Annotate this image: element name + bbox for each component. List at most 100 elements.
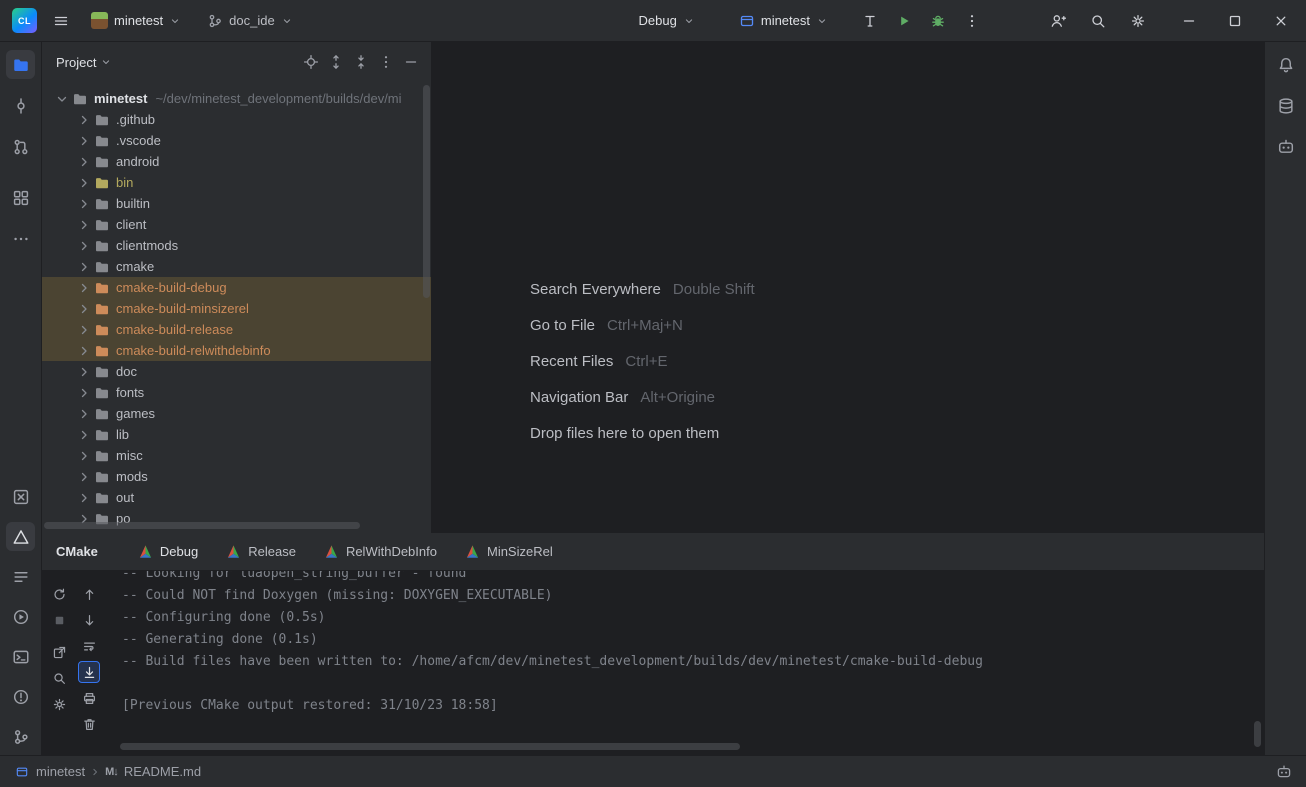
tree-root-label: minetest — [94, 91, 147, 106]
tree-item-.vscode[interactable]: .vscode — [42, 130, 431, 151]
run-button[interactable] — [890, 7, 918, 35]
console-arrow-down-button[interactable] — [78, 609, 100, 631]
console-find-button[interactable] — [48, 667, 70, 689]
pull-request-button[interactable] — [6, 132, 35, 161]
editor-shortcut-row: Navigation BarAlt+Origine — [530, 379, 755, 415]
build-button[interactable] — [856, 7, 884, 35]
hamburger-icon — [53, 13, 69, 29]
breadcrumb-file[interactable]: M↓ README.md — [105, 764, 201, 779]
ai-status-icon[interactable] — [1276, 764, 1292, 780]
console-clear-button[interactable] — [78, 713, 100, 735]
add-user-icon — [1050, 13, 1066, 29]
clear-icon — [82, 717, 97, 732]
stop-icon — [52, 613, 67, 628]
expand-all-button[interactable] — [328, 54, 344, 70]
run-configuration-selector[interactable]: minetest — [731, 9, 836, 33]
ai-assistant-button[interactable] — [1271, 132, 1300, 161]
console-gear-button[interactable] — [48, 693, 70, 715]
tree-item-cmake[interactable]: cmake — [42, 256, 431, 277]
tree-item-android[interactable]: android — [42, 151, 431, 172]
console-print-button[interactable] — [78, 687, 100, 709]
cmake-tab-label: MinSizeRel — [487, 544, 553, 559]
tree-item-cmake-build-relwithdebinfo[interactable]: cmake-build-relwithdebinfo — [42, 340, 431, 361]
console-line: -- Could NOT find Doxygen (missing: DOXY… — [122, 585, 1264, 607]
database-button[interactable] — [1271, 91, 1300, 120]
terminal-button[interactable] — [6, 642, 35, 671]
debug-button[interactable] — [924, 7, 952, 35]
main-menu-button[interactable] — [47, 7, 75, 35]
tree-item-mods[interactable]: mods — [42, 466, 431, 487]
notifications-bell-button[interactable] — [1271, 50, 1300, 79]
folder-icon — [94, 259, 110, 275]
cmake-tool-button[interactable] — [6, 522, 35, 551]
console-soft-wrap-button[interactable] — [78, 635, 100, 657]
more-button[interactable] — [6, 224, 35, 253]
breadcrumb-project[interactable]: minetest — [14, 764, 85, 780]
console-arrow-up-button[interactable] — [78, 583, 100, 605]
problems-button[interactable] — [6, 682, 35, 711]
tree-item-fonts[interactable]: fonts — [42, 382, 431, 403]
tree-item-clientmods[interactable]: clientmods — [42, 235, 431, 256]
tree-item-cmake-build-debug[interactable]: cmake-build-debug — [42, 277, 431, 298]
structure-button[interactable] — [6, 183, 35, 212]
tree-item-cmake-build-release[interactable]: cmake-build-release — [42, 319, 431, 340]
project-folder-button[interactable] — [6, 50, 35, 79]
console-open-file-button[interactable] — [48, 641, 70, 663]
run-window-button[interactable] — [6, 602, 35, 631]
tree-item-bin[interactable]: bin — [42, 172, 431, 193]
vcs-branch-widget[interactable]: doc_ide — [199, 9, 301, 33]
close-button[interactable] — [1266, 6, 1296, 36]
more-actions-button[interactable] — [958, 7, 986, 35]
tree-root-minetest[interactable]: minetest~/dev/minetest_development/build… — [42, 88, 431, 109]
collapse-all-button[interactable] — [353, 54, 369, 70]
hide-button[interactable] — [403, 54, 419, 70]
editor-shortcut-row: Drop files here to open them — [530, 415, 755, 451]
console-reload-cmake-button[interactable] — [48, 583, 70, 605]
tree-item-cmake-build-minsizerel[interactable]: cmake-build-minsizerel — [42, 298, 431, 319]
more-vertical-button[interactable] — [378, 54, 394, 70]
tree-item-misc[interactable]: misc — [42, 445, 431, 466]
cmake-tab-minsizerel[interactable]: MinSizeRel — [451, 533, 567, 570]
project-panel-title[interactable]: Project — [56, 55, 112, 70]
todo-button[interactable] — [6, 562, 35, 591]
console-vertical-scrollbar[interactable] — [1254, 721, 1261, 747]
reload-cmake-icon — [52, 587, 67, 602]
cmake-tab-relwithdebinfo[interactable]: RelWithDebInfo — [310, 533, 451, 570]
cmake-tab-release[interactable]: Release — [212, 533, 310, 570]
search-everywhere-button[interactable] — [1084, 7, 1112, 35]
chevron-right-icon — [76, 259, 92, 275]
cmake-console[interactable]: -- Looking for luaopen_string_buffer - f… — [106, 571, 1264, 755]
arrow-up-icon — [82, 587, 97, 602]
tree-item-lib[interactable]: lib — [42, 424, 431, 445]
cmake-profile-selector[interactable]: Debug — [631, 9, 703, 32]
settings-button[interactable] — [1124, 7, 1152, 35]
console-stop-button[interactable] — [48, 609, 70, 631]
project-widget[interactable]: minetest — [83, 8, 189, 33]
folder-icon — [94, 448, 110, 464]
table-x-button[interactable] — [6, 482, 35, 511]
tree-item-builtin[interactable]: builtin — [42, 193, 431, 214]
project-horizontal-scrollbar[interactable] — [44, 522, 360, 529]
editor-shortcut-row: Go to FileCtrl+Maj+N — [530, 307, 755, 343]
minimize-button[interactable] — [1174, 6, 1204, 36]
tree-item-client[interactable]: client — [42, 214, 431, 235]
tree-item-out[interactable]: out — [42, 487, 431, 508]
locate-button[interactable] — [303, 54, 319, 70]
tree-item-.github[interactable]: .github — [42, 109, 431, 130]
debug-bug-icon — [930, 13, 946, 29]
editor-area[interactable]: Search EverywhereDouble ShiftGo to FileC… — [433, 42, 1264, 533]
project-vertical-scrollbar[interactable] — [423, 85, 430, 298]
git-button[interactable] — [6, 722, 35, 751]
tree-item-label: fonts — [116, 385, 144, 400]
cmake-tab-label: Debug — [160, 544, 198, 559]
commit-button[interactable] — [6, 91, 35, 120]
maximize-button[interactable] — [1220, 6, 1250, 36]
cmake-tab-debug[interactable]: Debug — [124, 533, 212, 570]
code-with-me-button[interactable] — [1044, 7, 1072, 35]
console-scroll-to-end-button[interactable] — [78, 661, 100, 683]
cmake-panel-header: CMake DebugReleaseRelWithDebInfoMinSizeR… — [42, 533, 1264, 571]
tree-item-games[interactable]: games — [42, 403, 431, 424]
console-horizontal-scrollbar[interactable] — [120, 743, 740, 750]
tree-item-doc[interactable]: doc — [42, 361, 431, 382]
project-widget-label: minetest — [114, 13, 163, 28]
